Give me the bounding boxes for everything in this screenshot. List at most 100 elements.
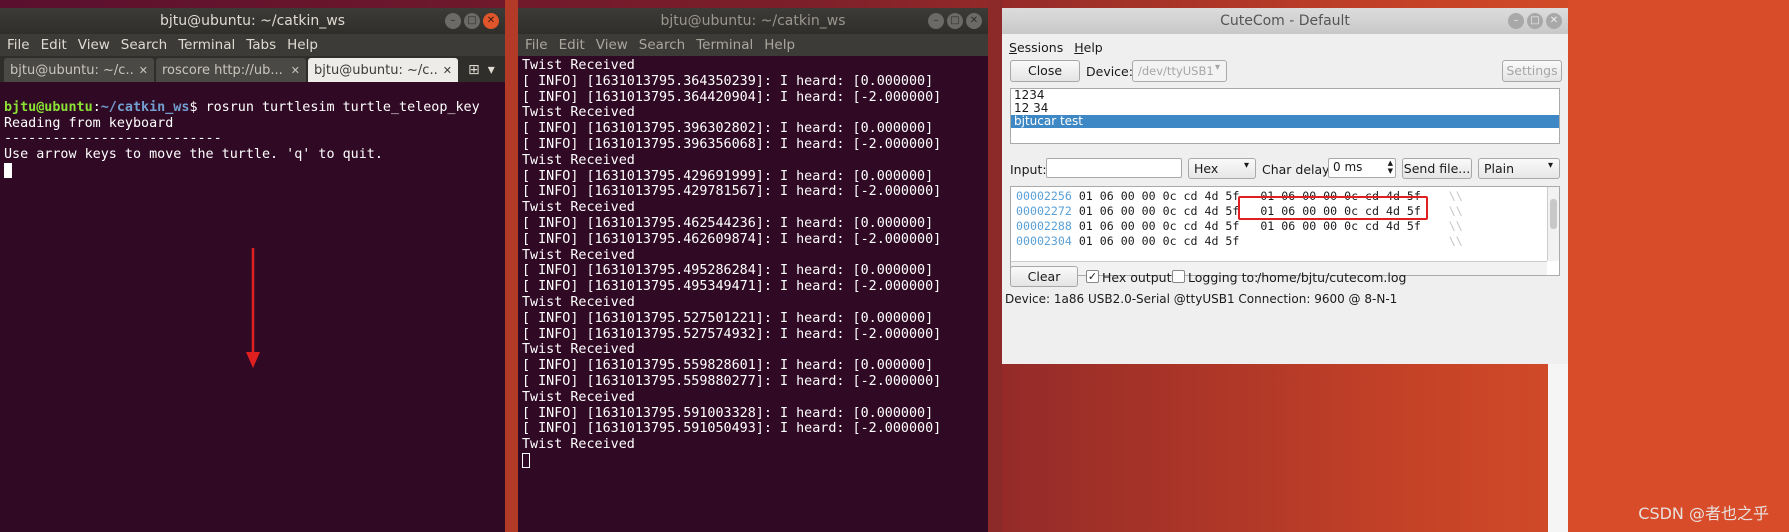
- hex-address: 00002256: [1016, 189, 1072, 203]
- char-delay-value: 0 ms: [1333, 160, 1363, 174]
- tab-label: bjtu@ubuntu: ~/c...: [314, 62, 439, 78]
- tab-menu-chevron-icon[interactable]: ▾: [488, 62, 495, 78]
- menu-sessions[interactable]: Sessions: [1009, 40, 1063, 55]
- history-item-selected[interactable]: bjtucar test: [1011, 115, 1559, 128]
- history-list[interactable]: 1234 12 34 bjtucar test: [1010, 88, 1560, 144]
- close-icon[interactable]: ✕: [966, 13, 982, 29]
- close-port-button[interactable]: Close: [1010, 60, 1080, 82]
- line-end-value: Plain: [1484, 161, 1515, 176]
- window-titlebar[interactable]: bjtu@ubuntu: ~/catkin_ws – □ ✕: [518, 8, 988, 34]
- log-path[interactable]: /home/bjtu/cutecom.log: [1257, 270, 1406, 285]
- output-line: [ INFO] [1631013795.591003328]: I heard:…: [522, 405, 934, 421]
- vertical-scrollbar[interactable]: [1547, 187, 1559, 261]
- prompt-end: $: [189, 99, 206, 115]
- device-select[interactable]: /dev/ttyUSB1 ▾: [1132, 60, 1227, 82]
- minimize-icon[interactable]: –: [445, 13, 461, 29]
- tab-terminal-1[interactable]: bjtu@ubuntu: ~/c... ✕: [4, 58, 154, 82]
- hex-output-label: Hex output: [1102, 270, 1172, 285]
- menu-terminal[interactable]: Terminal: [178, 37, 235, 53]
- maximize-icon[interactable]: □: [947, 13, 963, 29]
- hex-ascii: \\: [1448, 234, 1463, 248]
- menu-terminal[interactable]: Terminal: [696, 37, 753, 53]
- line-end-select[interactable]: Plain ▾: [1478, 158, 1560, 179]
- menu-help[interactable]: Help: [764, 37, 795, 53]
- close-icon[interactable]: ✕: [483, 13, 499, 29]
- hex-ascii: \\: [1448, 204, 1463, 218]
- output-line: Twist Received: [522, 294, 635, 310]
- menu-edit[interactable]: Edit: [559, 37, 585, 53]
- output-line: Twist Received: [522, 200, 635, 216]
- minimize-icon[interactable]: –: [1508, 13, 1524, 29]
- send-file-button[interactable]: Send file...: [1402, 158, 1472, 179]
- input-mode-value: Hex: [1194, 161, 1219, 176]
- output-line: Twist Received: [522, 152, 635, 168]
- menu-search[interactable]: Search: [121, 37, 167, 53]
- menu-view[interactable]: View: [78, 37, 110, 53]
- hex-bytes: 01 06 00 00 0c cd 4d 5f: [1078, 219, 1240, 233]
- tab-roscore[interactable]: roscore http://ub... ✕: [156, 58, 306, 82]
- input-label: Input:: [1010, 162, 1047, 177]
- menu-view[interactable]: View: [596, 37, 628, 53]
- menu-bar: File Edit View Search Terminal Tabs Help: [0, 34, 505, 56]
- menu-tabs[interactable]: Tabs: [246, 37, 276, 53]
- spin-arrows-icon[interactable]: ▲ ▼: [1388, 159, 1393, 175]
- output-line: ---------------------------: [4, 131, 222, 147]
- prompt-line: bjtu@ubuntu:~/catkin_ws$ rosrun turtlesi…: [4, 100, 501, 116]
- menu-file[interactable]: File: [7, 37, 30, 53]
- output-line: [ INFO] [1631013795.462609874]: I heard:…: [522, 231, 942, 247]
- output-line: [ INFO] [1631013795.364420904]: I heard:…: [522, 89, 942, 105]
- output-line: Twist Received: [522, 437, 635, 453]
- hex-output-checkbox[interactable]: ✓: [1086, 270, 1099, 283]
- char-delay-spinbox[interactable]: 0 ms ▲ ▼: [1328, 158, 1396, 178]
- output-line: Twist Received: [522, 342, 635, 358]
- terminal-output[interactable]: Twist Received[ INFO] [1631013795.364350…: [518, 56, 988, 532]
- tab-close-icon[interactable]: ✕: [443, 64, 452, 77]
- hex-bytes: 01 06 00 00 0c cd 4d 5f: [1078, 189, 1240, 203]
- cutecom-window[interactable]: CuteCom - Default – □ ✕ Sessions Help Cl…: [1002, 8, 1568, 364]
- tab-close-icon[interactable]: ✕: [291, 64, 300, 77]
- prompt-path: ~/catkin_ws: [100, 99, 190, 115]
- output-line: Twist Received: [522, 105, 635, 121]
- menu-bar: Sessions Help: [1002, 37, 1568, 57]
- tab-terminal-3[interactable]: bjtu@ubuntu: ~/c... ✕: [308, 58, 458, 82]
- history-item[interactable]: 1234: [1011, 89, 1559, 102]
- chevron-down-icon: ▾: [1243, 160, 1249, 171]
- menu-bar: File Edit View Search Terminal Help: [518, 34, 988, 56]
- window-titlebar[interactable]: CuteCom - Default – □ ✕: [1002, 8, 1568, 34]
- clear-button[interactable]: Clear: [1010, 266, 1078, 287]
- menu-help[interactable]: Help: [287, 37, 318, 53]
- settings-button[interactable]: Settings: [1502, 60, 1562, 82]
- terminal-window-listener[interactable]: bjtu@ubuntu: ~/catkin_ws – □ ✕ File Edit…: [518, 8, 988, 532]
- tab-close-icon[interactable]: ✕: [139, 64, 148, 77]
- input-field[interactable]: [1046, 158, 1182, 178]
- menu-file[interactable]: File: [525, 37, 548, 53]
- menu-search[interactable]: Search: [639, 37, 685, 53]
- tab-bar: bjtu@ubuntu: ~/c... ✕ roscore http://ub.…: [0, 56, 505, 82]
- chevron-down-icon: ▾: [1547, 160, 1553, 171]
- output-line: Twist Received: [522, 389, 635, 405]
- output-line: [ INFO] [1631013795.495286284]: I heard:…: [522, 263, 934, 279]
- status-connection-label: Connection:: [1238, 292, 1311, 306]
- window-titlebar[interactable]: bjtu@ubuntu: ~/catkin_ws – □ ✕: [0, 8, 505, 34]
- menu-help[interactable]: Help: [1074, 40, 1103, 55]
- maximize-icon[interactable]: □: [464, 13, 480, 29]
- output-line: Reading from keyboard: [4, 115, 174, 131]
- close-icon[interactable]: ✕: [1546, 13, 1562, 29]
- history-item[interactable]: 12 34: [1011, 102, 1559, 115]
- prompt-user: bjtu@ubuntu: [4, 99, 93, 115]
- window-title: CuteCom - Default: [1220, 13, 1350, 29]
- output-line: Twist Received: [522, 247, 635, 263]
- minimize-icon[interactable]: –: [928, 13, 944, 29]
- hex-bytes: 01 06 00 00 0c cd 4d 5f: [1078, 204, 1240, 218]
- char-delay-label: Char delay:: [1262, 162, 1333, 177]
- output-line: Use arrow keys to move the turtle. 'q' t…: [4, 147, 383, 163]
- new-tab-icon[interactable]: ⊞: [468, 62, 480, 78]
- output-line: [ INFO] [1631013795.591050493]: I heard:…: [522, 421, 942, 437]
- logging-checkbox[interactable]: [1172, 270, 1185, 283]
- maximize-icon[interactable]: □: [1527, 13, 1543, 29]
- input-mode-select[interactable]: Hex ▾: [1188, 158, 1256, 179]
- menu-edit[interactable]: Edit: [41, 37, 67, 53]
- text-cursor: [522, 452, 530, 468]
- prompt-sep: :: [92, 99, 101, 115]
- scroll-thumb[interactable]: [1550, 199, 1557, 229]
